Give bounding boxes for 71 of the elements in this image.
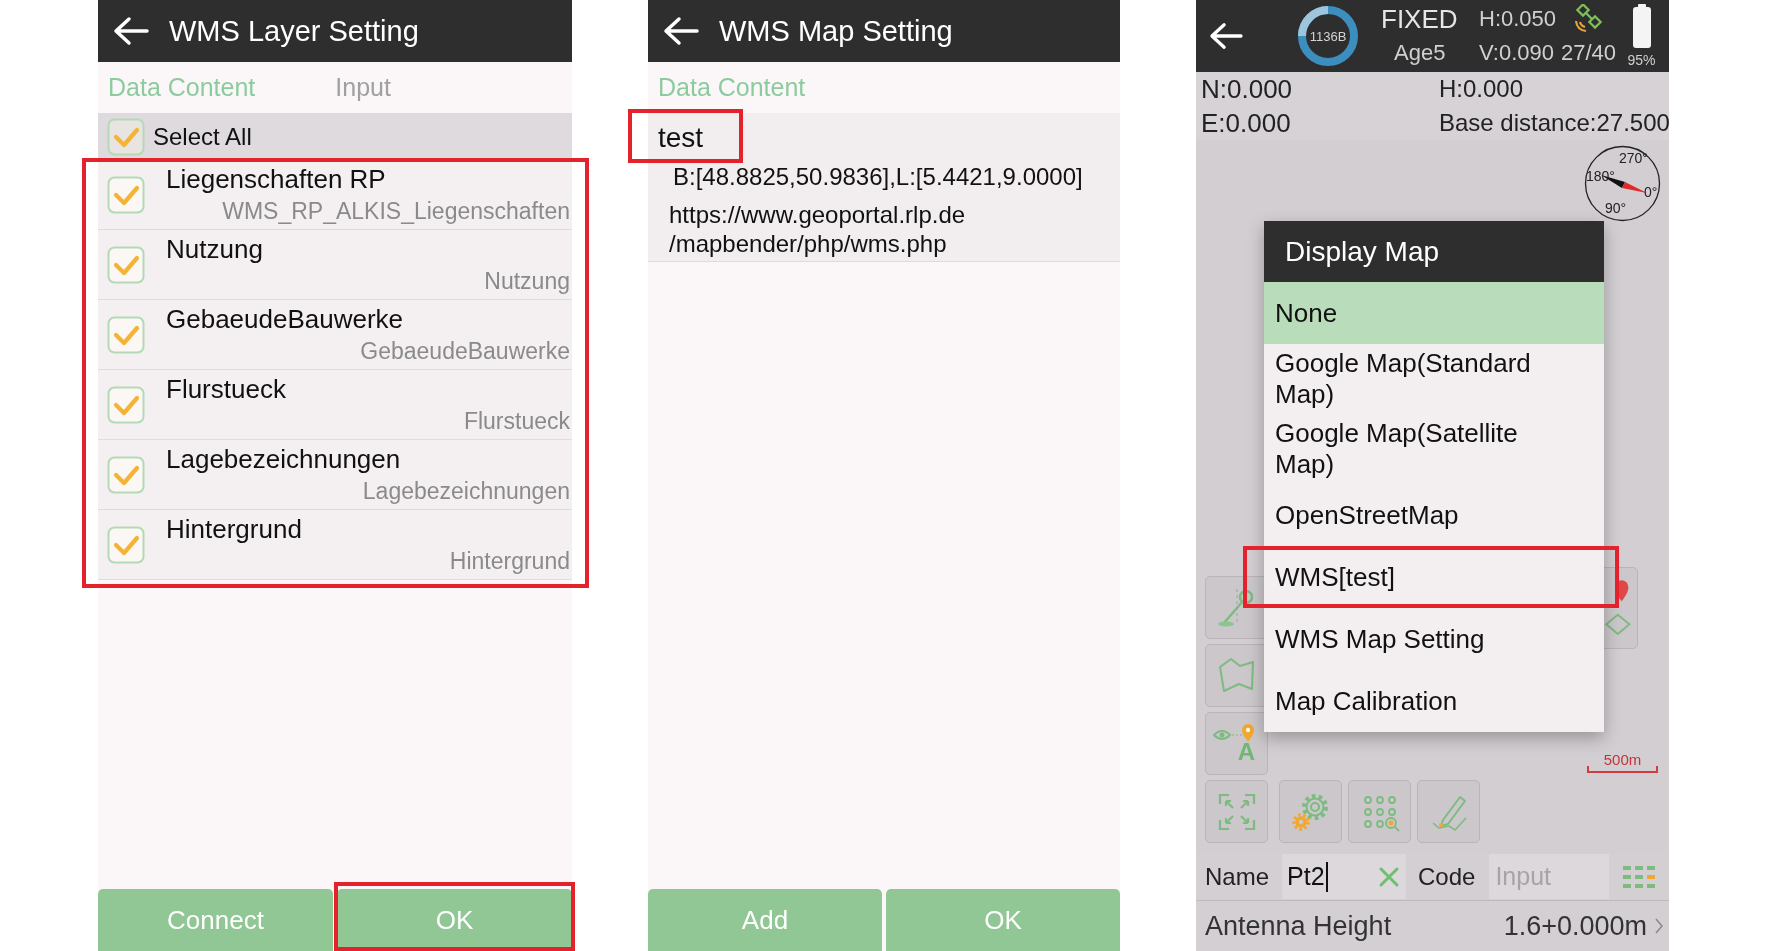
screen-title: WMS Layer Setting xyxy=(169,14,419,48)
back-button[interactable] xyxy=(1208,21,1244,51)
coordinate-readout: N:0.000 xyxy=(1201,73,1294,106)
name-label: Name xyxy=(1205,862,1270,891)
checkbox[interactable] xyxy=(107,175,145,214)
layer-name: Flurstueck xyxy=(166,373,286,406)
menu-item[interactable]: OpenStreetMap xyxy=(1264,484,1604,546)
checkbox[interactable] xyxy=(107,117,145,156)
code-label: Code xyxy=(1418,862,1476,891)
chevron-right-icon xyxy=(1655,918,1663,934)
checkbox[interactable] xyxy=(107,455,145,494)
menu-item[interactable]: Google Map(Satellite Map) xyxy=(1264,414,1604,484)
menu-item[interactable]: WMS[test] xyxy=(1264,550,1604,604)
entry-bounds: B:[48.8825,50.9836],L:[5.4421,9.0000] xyxy=(672,163,1084,191)
checkbox[interactable] xyxy=(107,525,145,564)
layer-name: Lagebezeichnungen xyxy=(166,443,401,476)
compass-icon xyxy=(1584,145,1661,222)
battery-icon xyxy=(1632,4,1651,48)
compass-label: 90° xyxy=(1605,200,1627,216)
checkbox[interactable] xyxy=(107,245,145,284)
layer-name: Hintergrund xyxy=(166,513,302,546)
layer-name: GebaeudeBauwerke xyxy=(166,303,404,336)
correction-age: Age5 xyxy=(1394,39,1447,67)
scale-bar xyxy=(1587,766,1658,773)
checkbox[interactable] xyxy=(107,315,145,354)
coordinate-readout: H:0.000 xyxy=(1439,74,1525,104)
grid-icon xyxy=(1623,864,1656,889)
back-arrow-icon xyxy=(112,15,150,47)
entry-url: https://www.geoportal.rlp.de /mapbender/php/wms.php xyxy=(668,200,967,258)
select-all-label: Select All xyxy=(153,122,252,151)
entry-name: test xyxy=(658,122,704,154)
coordinate-readout: Base distance:27.500 xyxy=(1439,108,1670,138)
menu-title: Display Map xyxy=(1264,221,1604,282)
antenna-height-value: 1.6+0.000m xyxy=(1503,910,1647,942)
text-cursor xyxy=(1325,861,1328,892)
back-arrow-icon xyxy=(662,15,700,47)
layer-id: Lagebezeichnungen xyxy=(362,477,571,506)
vertical-precision: V:0.090 xyxy=(1479,40,1555,66)
layer-name: Nutzung xyxy=(166,233,263,266)
back-button[interactable] xyxy=(112,15,150,47)
fix-status: FIXED xyxy=(1381,3,1459,35)
screen-title: WMS Map Setting xyxy=(719,14,953,48)
horizontal-precision: H:0.050 xyxy=(1479,6,1557,32)
satellite-count: 27/40 xyxy=(1561,40,1617,66)
compass-label: 180° xyxy=(1586,168,1615,184)
menu-item[interactable]: Map Calibration xyxy=(1264,670,1604,732)
layer-id: Flurstueck xyxy=(463,407,571,436)
coordinate-readout: E:0.000 xyxy=(1201,107,1292,140)
checkbox[interactable] xyxy=(107,385,145,424)
battery-percent: 95% xyxy=(1627,52,1656,68)
compass-label: 270° xyxy=(1619,150,1648,166)
layer-id: Hintergrund xyxy=(449,547,571,576)
back-button[interactable] xyxy=(662,15,700,47)
back-arrow-icon xyxy=(1208,21,1244,51)
scale-label: 500m xyxy=(1603,751,1642,768)
name-input-field[interactable]: Pt2 xyxy=(1282,854,1407,899)
layer-id: WMS_RP_ALKIS_Liegenschaften xyxy=(222,197,571,226)
layer-id: GebaeudeBauwerke xyxy=(360,337,571,366)
antenna-height-label: Antenna Height xyxy=(1205,910,1392,942)
compass-label: 0° xyxy=(1644,184,1658,200)
ring-icon xyxy=(1297,5,1359,67)
clear-icon xyxy=(1378,865,1401,888)
menu-item[interactable]: WMS Map Setting xyxy=(1264,608,1604,670)
layer-id: Nutzung xyxy=(484,267,571,296)
data-counter: 1136B xyxy=(1309,28,1347,44)
clear-button[interactable] xyxy=(1378,865,1401,888)
menu-item[interactable]: Google Map(Standard Map) xyxy=(1264,344,1604,414)
satellite-icon xyxy=(1573,4,1604,34)
code-list-button[interactable] xyxy=(1623,864,1656,889)
menu-item[interactable]: None xyxy=(1264,282,1604,344)
layer-name: Liegenschaften RP xyxy=(166,163,386,196)
